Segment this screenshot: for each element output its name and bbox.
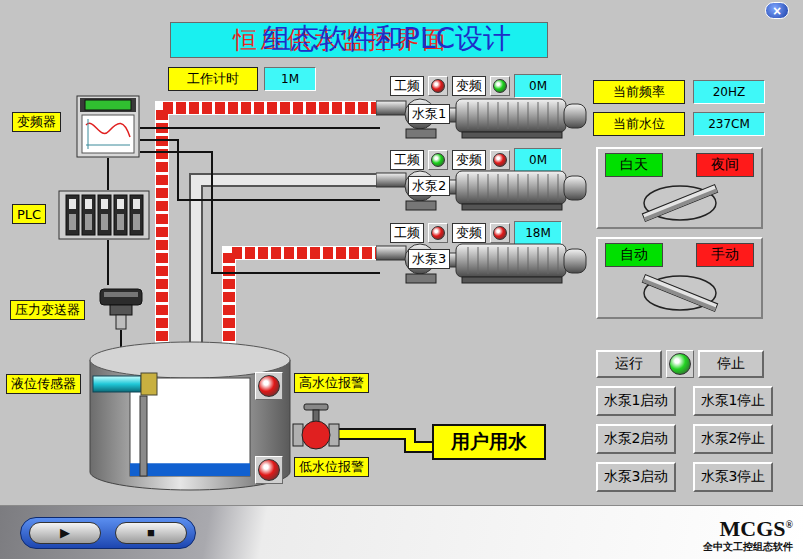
mode-button[interactable]: 夜间	[696, 153, 754, 177]
inverter-label: 变频器	[12, 112, 61, 132]
pump-status: 工频 变频 18M	[390, 221, 562, 245]
mode-button[interactable]: 手动	[696, 243, 754, 267]
variable-frequency-lamp	[490, 223, 510, 243]
pump-name: 水泵1	[408, 104, 450, 124]
pump-stop-button[interactable]: 水泵1停止	[693, 386, 773, 416]
mode-button[interactable]: 自动	[605, 243, 663, 267]
alarm-lamp	[255, 456, 283, 484]
stop-button[interactable]: 停止	[698, 350, 764, 378]
title-sub: 组态软件和PLC设计	[263, 24, 511, 55]
reading-label: 当前频率	[593, 80, 685, 104]
variable-frequency-lamp	[490, 76, 510, 96]
valve-icon	[292, 402, 340, 452]
mcgs-logo: MCGS®全中文工控组态软件	[703, 512, 793, 554]
level-sensor	[92, 371, 160, 397]
level-sensor-icon	[92, 371, 160, 397]
reading-value: 237CM	[693, 112, 765, 136]
body: 工作计时1M变频器PLC压力变送器液位传感器高水位报警低水位报警用户用水工频变频…	[0, 62, 803, 505]
pressure-transmitter-label: 压力变送器	[10, 300, 85, 320]
run-lamp	[666, 350, 694, 378]
pump-pipe	[162, 108, 380, 354]
reading-label: 当前水位	[593, 112, 685, 136]
header: 恒压供水监控界面组态软件和PLC设计 ×	[0, 0, 803, 62]
work-timer: 工作计时1M	[168, 67, 316, 91]
alarm-label: 高水位报警	[294, 373, 369, 393]
pressure-transmitter-icon	[96, 285, 146, 330]
footer: ▶■MCGS®全中文工控组态软件	[0, 505, 803, 559]
mode-switch: 白天 夜间	[596, 147, 763, 229]
signal-wires	[108, 128, 380, 374]
power-frequency-lamp	[428, 223, 448, 243]
outlet-pipe	[338, 434, 432, 447]
pump-start-button[interactable]: 水泵1启动	[596, 386, 676, 416]
power-frequency-lamp	[428, 150, 448, 170]
power-frequency-label: 工频	[390, 76, 424, 96]
pump-name: 水泵2	[408, 176, 450, 196]
title-box: 恒压供水监控界面组态软件和PLC设计	[170, 22, 548, 58]
power-frequency-lamp	[428, 76, 448, 96]
process-diagram: 工作计时1M变频器PLC压力变送器液位传感器高水位报警低水位报警用户用水工频变频…	[0, 62, 590, 505]
pump-control-row: 水泵1启动水泵1停止	[596, 386, 803, 416]
pump-start-button[interactable]: 水泵2启动	[596, 424, 676, 454]
player-controls: ▶■	[20, 517, 196, 549]
selector-switch-icon[interactable]	[635, 179, 725, 223]
level-sensor-label: 液位传感器	[6, 374, 81, 394]
pump-value: 0M	[514, 74, 562, 98]
play-button[interactable]: ▶	[29, 522, 101, 544]
variable-frequency-label: 变频	[452, 223, 486, 243]
pump-start-button[interactable]: 水泵3启动	[596, 462, 676, 492]
stop-playback-button[interactable]: ■	[115, 522, 187, 544]
logo-brand: MCGS®	[720, 518, 793, 540]
scada-screen: 恒压供水监控界面组态软件和PLC设计 × 工作计时1M 变频器 PLC 压力变送器液位传感…	[0, 0, 803, 559]
reading-row: 当前频率 20HZ	[593, 80, 803, 104]
reading-value: 20HZ	[693, 80, 765, 104]
variable-frequency-label: 变频	[452, 150, 486, 170]
pump-control-row: 水泵3启动水泵3停止	[596, 462, 803, 492]
water-level	[130, 463, 250, 476]
inverter	[76, 95, 140, 158]
reading-row: 当前水位 237CM	[593, 112, 803, 136]
pump-stop-button[interactable]: 水泵2停止	[693, 424, 773, 454]
selector-switch-icon[interactable]	[635, 269, 725, 313]
plc	[58, 190, 150, 240]
power-frequency-label: 工频	[390, 150, 424, 170]
pump-status: 工频 变频 0M	[390, 148, 562, 172]
pump-pipe	[196, 180, 380, 354]
close-button[interactable]: ×	[765, 2, 789, 19]
pump-value: 0M	[514, 148, 562, 172]
run-row: 运行 停止	[596, 350, 803, 378]
pressure-transmitter	[96, 285, 146, 330]
pump-control-row: 水泵2启动水泵2停止	[596, 424, 803, 454]
plc-icon	[58, 190, 150, 240]
alarm-label: 低水位报警	[294, 457, 369, 477]
control-panel: 当前频率20HZ当前水位237CM白天夜间自动手动运行停止水泵1启动水泵1停止水…	[590, 62, 803, 505]
pump-value: 18M	[514, 221, 562, 245]
mode-switch: 自动 手动	[596, 237, 763, 319]
plc-label: PLC	[12, 204, 46, 224]
user-water-box: 用户用水	[432, 424, 546, 460]
variable-frequency-label: 变频	[452, 76, 486, 96]
run-button[interactable]: 运行	[596, 350, 662, 378]
variable-frequency-lamp	[490, 150, 510, 170]
logo-tagline: 全中文工控组态软件	[703, 540, 793, 554]
power-frequency-label: 工频	[390, 223, 424, 243]
timer-value: 1M	[264, 67, 316, 91]
pump-stop-button[interactable]: 水泵3停止	[693, 462, 773, 492]
pump-name: 水泵3	[408, 249, 450, 269]
pump-status: 工频 变频 0M	[390, 74, 562, 98]
timer-label: 工作计时	[168, 67, 258, 91]
inverter-icon	[76, 95, 140, 158]
outlet-valve[interactable]	[292, 402, 340, 452]
mode-button[interactable]: 白天	[605, 153, 663, 177]
alarm-lamp	[255, 372, 283, 400]
pump-pipe	[229, 253, 380, 354]
